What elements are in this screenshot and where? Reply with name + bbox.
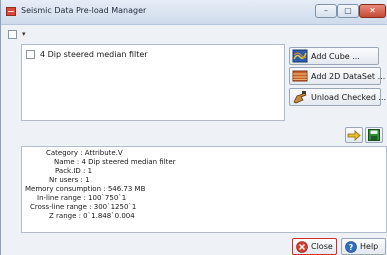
close-circle-icon	[296, 240, 308, 253]
minimize-button[interactable]: –	[315, 4, 337, 18]
save-icon	[368, 129, 380, 141]
close-button[interactable]: Close	[292, 238, 337, 255]
loaded-data-list: 4 Dip steered median filter	[21, 44, 285, 121]
unload-hand-icon	[293, 91, 307, 104]
info-category: Category : Attribute.V	[46, 149, 123, 157]
add-cube-button[interactable]: Add Cube ...	[289, 47, 379, 65]
select-all-checkbox[interactable]	[8, 29, 17, 39]
unload-checked-button[interactable]: Unload Checked ...	[289, 88, 386, 106]
save-button[interactable]	[365, 127, 383, 143]
add-2d-dataset-label: Add 2D DataSet ...	[311, 71, 386, 81]
help-button[interactable]: ? Help	[341, 238, 386, 255]
close-button-label: Close	[311, 242, 333, 251]
seismic-preload-window: Seismic Data Pre-load Manager – ▢ ✕ ▾ 4 …	[0, 0, 387, 255]
list-item-checkbox[interactable]	[26, 50, 35, 59]
cube-icon	[292, 49, 308, 63]
seismic-app-icon	[6, 7, 16, 16]
info-nr-users: Nr users : 1	[49, 176, 90, 184]
right-arrow-icon	[347, 129, 361, 141]
info-inline-range: In-line range : 100`750`1	[37, 194, 127, 202]
help-circle-icon: ?	[345, 240, 357, 253]
window-close-button[interactable]: ✕	[359, 4, 386, 18]
dataset-2d-icon	[292, 70, 308, 82]
help-button-label: Help	[360, 242, 379, 251]
info-crossline-range: Cross-line range : 300`1250`1	[30, 203, 137, 211]
info-pack-id: Pack.ID : 1	[55, 167, 93, 175]
window-title: Seismic Data Pre-load Manager	[21, 6, 147, 15]
unload-checked-label: Unload Checked ...	[311, 92, 387, 102]
select-all-dropdown[interactable]: ▾	[8, 28, 26, 40]
list-item[interactable]: 4 Dip steered median filter	[26, 50, 148, 59]
chevron-down-icon[interactable]: ▾	[22, 30, 26, 38]
info-z-range: Z range : 0`1.848`0.004	[49, 212, 135, 220]
info-memory: Memory consumption : 546.73 MB	[25, 185, 146, 193]
info-name: Name : 4 Dip steered median filter	[54, 158, 176, 166]
arrow-button[interactable]	[345, 127, 363, 143]
info-panel: Category : Attribute.V Name : 4 Dip stee…	[21, 146, 387, 233]
svg-text:?: ?	[349, 243, 354, 252]
add-cube-label: Add Cube ...	[311, 51, 360, 61]
list-item-label: 4 Dip steered median filter	[40, 50, 148, 59]
maximize-button[interactable]: ▢	[337, 4, 359, 18]
add-2d-dataset-button[interactable]: Add 2D DataSet ...	[289, 67, 385, 85]
title-bar[interactable]: Seismic Data Pre-load Manager – ▢ ✕	[1, 0, 387, 25]
